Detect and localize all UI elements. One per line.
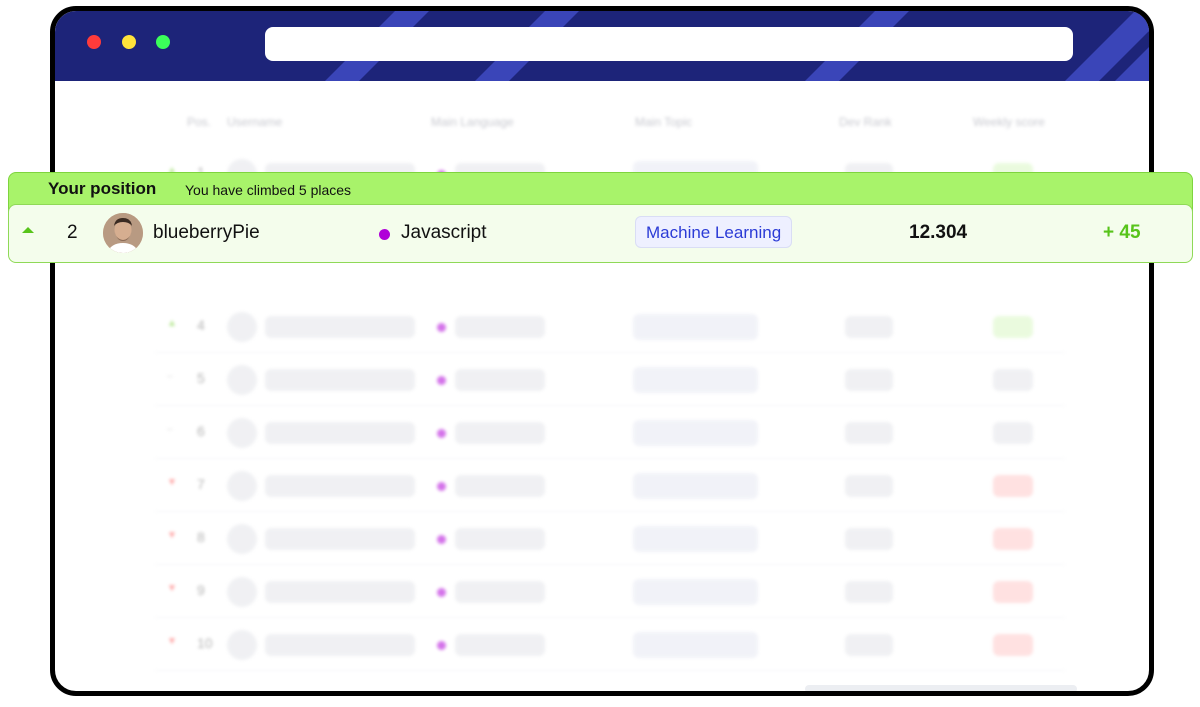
- header-pos: Pos.: [187, 115, 212, 129]
- username-placeholder: [265, 422, 415, 444]
- row-position: 4: [197, 317, 205, 333]
- table-row[interactable]: ▼ 8: [155, 512, 1065, 565]
- avatar-person-icon: [103, 213, 143, 253]
- score-placeholder: [993, 634, 1033, 656]
- address-bar[interactable]: [265, 27, 1073, 61]
- score-placeholder: [993, 475, 1033, 497]
- browser-window: Pos. Username Main Language Main Topic D…: [50, 6, 1154, 696]
- language-dot-icon: [437, 323, 446, 332]
- header-main-language: Main Language: [431, 115, 514, 129]
- table-row[interactable]: ▼ 9: [155, 565, 1065, 618]
- window-titlebar: [55, 11, 1149, 81]
- trend-icon: ▼: [167, 530, 177, 541]
- table-row[interactable]: –5: [155, 353, 1065, 406]
- row-position: 5: [197, 370, 205, 386]
- username-placeholder: [265, 369, 415, 391]
- avatar: [227, 524, 257, 554]
- topic-placeholder: [633, 473, 758, 499]
- row-position: 10: [197, 635, 213, 651]
- table-header: Pos. Username Main Language Main Topic D…: [155, 103, 1065, 143]
- avatar: [227, 312, 257, 342]
- topic-placeholder: [633, 632, 758, 658]
- username-placeholder: [265, 316, 415, 338]
- your-position-title: Your position: [48, 179, 157, 198]
- table-row[interactable]: ▼ 7: [155, 459, 1065, 512]
- language-dot-icon: [437, 641, 446, 650]
- window-minimize-button[interactable]: [122, 35, 136, 49]
- language-dot-icon: [437, 588, 446, 597]
- avatar: [227, 630, 257, 660]
- score-placeholder: [993, 369, 1033, 391]
- topic-placeholder: [633, 314, 758, 340]
- trend-icon: ▼: [167, 477, 177, 488]
- score-placeholder: [993, 422, 1033, 444]
- language-placeholder: [455, 581, 545, 603]
- window-close-button[interactable]: [87, 35, 101, 49]
- window-maximize-button[interactable]: [156, 35, 170, 49]
- score-placeholder: [993, 581, 1033, 603]
- language-dot-icon: [437, 376, 446, 385]
- avatar: [227, 418, 257, 448]
- topic-placeholder: [633, 526, 758, 552]
- score-placeholder: [993, 316, 1033, 338]
- language-dot-icon: [437, 535, 446, 544]
- your-position-subtitle: You have climbed 5 places: [185, 182, 352, 198]
- rank-placeholder: [845, 475, 893, 497]
- trend-icon: ▼: [167, 636, 177, 647]
- table-row[interactable]: –6: [155, 406, 1065, 459]
- rank-placeholder: [845, 369, 893, 391]
- rank-placeholder: [845, 528, 893, 550]
- trend-icon: –: [167, 371, 173, 382]
- table-row[interactable]: ▲ 4: [155, 300, 1065, 353]
- your-position-row[interactable]: 2 blueberryPie Javascript Machine Learni…: [8, 204, 1193, 263]
- language-placeholder: [455, 316, 545, 338]
- horizontal-scrollbar[interactable]: [805, 685, 1077, 691]
- language-dot-icon: [437, 429, 446, 438]
- rank-placeholder: [845, 581, 893, 603]
- row-position: 9: [197, 582, 205, 598]
- score-placeholder: [993, 528, 1033, 550]
- header-dev-rank: Dev Rank: [839, 115, 892, 129]
- dev-rank: 12.304: [909, 222, 968, 243]
- username: blueberryPie: [153, 222, 260, 243]
- row-position: 8: [197, 529, 205, 545]
- weekly-score: + 45: [1103, 222, 1141, 243]
- avatar: [227, 365, 257, 395]
- rank-placeholder: [845, 316, 893, 338]
- language-placeholder: [455, 634, 545, 656]
- header-username: Username: [227, 115, 283, 129]
- topic-placeholder: [633, 367, 758, 393]
- avatar: [227, 471, 257, 501]
- username-placeholder: [265, 634, 415, 656]
- trend-icon: –: [167, 424, 173, 435]
- avatar: [227, 577, 257, 607]
- topic-placeholder: [633, 579, 758, 605]
- language-dot-icon: [379, 229, 390, 240]
- language-dot-icon: [437, 482, 446, 491]
- rank-placeholder: [845, 422, 893, 444]
- language-placeholder: [455, 528, 545, 550]
- position-number: 2: [67, 222, 78, 243]
- trend-icon: ▲: [167, 318, 177, 329]
- language-placeholder: [455, 422, 545, 444]
- header-weekly-score: Weekly score: [973, 115, 1045, 129]
- row-position: 7: [197, 476, 205, 492]
- main-language: Javascript: [401, 222, 487, 243]
- table-row[interactable]: ▼ 10: [155, 618, 1065, 671]
- username-placeholder: [265, 528, 415, 550]
- language-placeholder: [455, 369, 545, 391]
- trend-icon: ▼: [167, 583, 177, 594]
- language-placeholder: [455, 475, 545, 497]
- topic-placeholder: [633, 420, 758, 446]
- triangle-up-icon: [22, 227, 34, 233]
- row-position: 6: [197, 423, 205, 439]
- avatar[interactable]: [103, 213, 143, 253]
- header-main-topic: Main Topic: [635, 115, 693, 129]
- main-topic-tag[interactable]: Machine Learning: [635, 216, 793, 248]
- rank-placeholder: [845, 634, 893, 656]
- username-placeholder: [265, 581, 415, 603]
- username-placeholder: [265, 475, 415, 497]
